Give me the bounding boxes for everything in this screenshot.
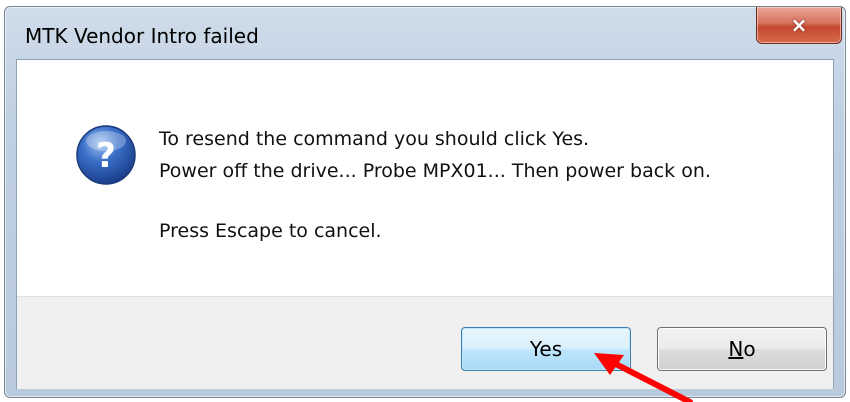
button-bar: Yes No <box>17 296 833 389</box>
svg-text:?: ? <box>96 136 116 176</box>
dialog-client-area: ? To resend the command you should click… <box>16 59 834 389</box>
message-line-1: To resend the command you should click Y… <box>159 128 590 150</box>
no-button-label-rest: o <box>743 337 756 361</box>
message-line-2: Power off the drive... Probe MPX01... Th… <box>159 160 711 182</box>
yes-button[interactable]: Yes <box>461 327 631 371</box>
message-line-3: Press Escape to cancel. <box>159 220 382 242</box>
no-button[interactable]: No <box>657 327 827 371</box>
message-area: ? To resend the command you should click… <box>17 60 833 296</box>
question-icon: ? <box>76 125 136 185</box>
title-bar[interactable]: MTK Vendor Intro failed × <box>5 7 845 59</box>
dialog-title: MTK Vendor Intro failed <box>25 24 259 48</box>
close-icon: × <box>790 13 808 37</box>
close-button[interactable]: × <box>756 7 842 44</box>
no-button-mnemonic: N <box>728 337 744 361</box>
message-dialog: MTK Vendor Intro failed × ? To resend th… <box>4 6 846 398</box>
